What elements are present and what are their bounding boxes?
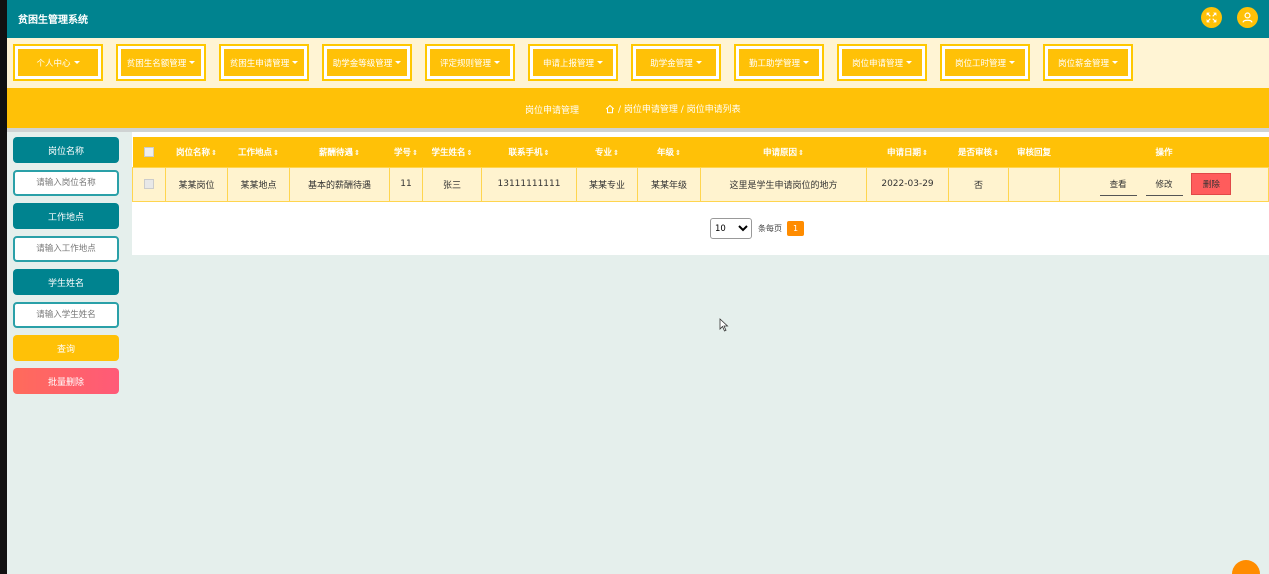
sort-icon: ⇕ (412, 148, 418, 157)
sort-icon: ⇕ (922, 148, 928, 157)
col-header[interactable]: 学生姓名⇕ (422, 137, 482, 167)
location-input[interactable] (13, 236, 119, 262)
mouse-cursor-icon (719, 318, 729, 332)
cell-job-name: 某某岗位 (165, 166, 228, 202)
sort-icon: ⇕ (211, 148, 217, 157)
pagination: 10 条每页 1 (710, 218, 804, 239)
fullscreen-icon[interactable] (1201, 7, 1222, 28)
caret-down-icon (597, 61, 603, 64)
delete-button[interactable]: 删除 (1191, 172, 1232, 195)
nav-item-job-salary[interactable]: 岗位薪金管理 (1043, 44, 1133, 81)
table-header-row: 岗位名称⇕ 工作地点⇕ 薪酬待遇⇕ 学号⇕ 学生姓名⇕ 联系手机⇕ 专业⇕ 年级… (132, 137, 1269, 167)
row-select-cell[interactable] (132, 166, 166, 202)
nav-item-work-study[interactable]: 勤工助学管理 (734, 44, 824, 81)
cell-reason: 这里是学生申请岗位的地方 (700, 166, 867, 202)
list-panel: 岗位名称⇕ 工作地点⇕ 薪酬待遇⇕ 学号⇕ 学生姓名⇕ 联系手机⇕ 专业⇕ 年级… (132, 132, 1269, 255)
caret-down-icon (395, 61, 402, 64)
window-edge (0, 0, 7, 574)
student-name-label: 学生姓名 (13, 269, 119, 295)
cell-location: 某某地点 (227, 166, 290, 202)
application-table: 岗位名称⇕ 工作地点⇕ 薪酬待遇⇕ 学号⇕ 学生姓名⇕ 联系手机⇕ 专业⇕ 年级… (132, 137, 1269, 202)
col-header[interactable]: 工作地点⇕ (227, 137, 290, 167)
breadcrumb-path: / 岗位申请管理 / 岗位申请列表 (618, 105, 741, 115)
cell-date: 2022-03-29 (866, 166, 949, 202)
cell-reviewed: 否 (948, 166, 1009, 202)
location-label: 工作地点 (13, 203, 119, 229)
app-header: 贫困生管理系统 (7, 0, 1269, 38)
top-nav: 个人中心 贫困生名额管理 贫困生申请管理 助学金等级管理 评定规则管理 申请上报… (7, 38, 1269, 88)
caret-down-icon (695, 61, 702, 64)
nav-item-personal-center[interactable]: 个人中心 (13, 44, 103, 81)
col-header[interactable]: 申请原因⇕ (700, 137, 867, 167)
nav-item-grant-level[interactable]: 助学金等级管理 (322, 44, 412, 81)
cell-salary: 基本的薪酬待遇 (289, 166, 390, 202)
breadcrumb: / 岗位申请管理 / 岗位申请列表 (605, 102, 741, 115)
row-checkbox[interactable] (144, 178, 154, 189)
caret-down-icon (189, 61, 196, 64)
select-all-cell[interactable] (132, 137, 166, 167)
select-all-checkbox[interactable] (144, 146, 154, 157)
sort-icon: ⇕ (354, 148, 360, 157)
cell-student-id: 11 (389, 166, 423, 202)
nav-item-report[interactable]: 申请上报管理 (528, 44, 618, 81)
table-row: 某某岗位 某某地点 基本的薪酬待遇 11 张三 13111111111 某某专业… (132, 166, 1269, 202)
col-header[interactable]: 学号⇕ (389, 137, 423, 167)
caret-down-icon (1009, 61, 1015, 64)
col-header[interactable]: 年级⇕ (637, 137, 701, 167)
col-header[interactable]: 申请日期⇕ (866, 137, 949, 167)
col-header[interactable]: 联系手机⇕ (481, 137, 577, 167)
col-header: 审核回复 (1008, 137, 1060, 167)
caret-down-icon (494, 61, 500, 64)
bulk-delete-button[interactable]: 批量删除 (13, 368, 119, 394)
caret-down-icon (803, 61, 809, 64)
sort-icon: ⇕ (798, 148, 804, 157)
col-header[interactable]: 岗位名称⇕ (165, 137, 228, 167)
sort-icon: ⇕ (273, 148, 279, 157)
caret-down-icon (73, 61, 80, 64)
per-page-label: 条每页 (758, 224, 782, 233)
cell-reply (1008, 166, 1060, 202)
query-button[interactable]: 查询 (13, 335, 119, 361)
col-header: 操作 (1059, 137, 1269, 167)
cell-actions: 查看 修改 删除 (1059, 166, 1269, 202)
nav-item-job-hours[interactable]: 岗位工时管理 (940, 44, 1030, 81)
nav-item-job-application[interactable]: 岗位申请管理 (837, 44, 927, 81)
caret-down-icon (1112, 61, 1118, 64)
sort-icon: ⇕ (993, 148, 999, 157)
col-header[interactable]: 薪酬待遇⇕ (289, 137, 390, 167)
cell-major: 某某专业 (576, 166, 638, 202)
job-name-input[interactable] (13, 170, 119, 196)
breadcrumb-band: 岗位申请管理 / 岗位申请管理 / 岗位申请列表 (7, 88, 1269, 128)
nav-item-grant[interactable]: 助学金管理 (631, 44, 721, 81)
job-name-label: 岗位名称 (13, 137, 119, 163)
page-title: 岗位申请管理 (525, 106, 580, 116)
sort-icon: ⇕ (613, 148, 619, 157)
page-size-select[interactable]: 10 (710, 218, 752, 239)
caret-down-icon (292, 61, 299, 64)
view-button[interactable]: 查看 (1099, 173, 1137, 196)
cell-student-name: 张三 (422, 166, 482, 202)
nav-item-application[interactable]: 贫困生申请管理 (219, 44, 309, 81)
col-header[interactable]: 是否审核⇕ (948, 137, 1009, 167)
caret-down-icon (906, 61, 912, 64)
home-icon[interactable] (605, 104, 615, 114)
sort-icon: ⇕ (675, 148, 681, 157)
page-number-button[interactable]: 1 (787, 221, 804, 236)
col-header[interactable]: 专业⇕ (576, 137, 638, 167)
back-to-top-button[interactable] (1232, 560, 1260, 574)
student-name-input[interactable] (13, 302, 119, 328)
nav-item-quota[interactable]: 贫困生名额管理 (116, 44, 206, 81)
user-icon[interactable] (1237, 7, 1258, 28)
sort-icon: ⇕ (466, 148, 473, 157)
app-title: 贫困生管理系统 (18, 15, 88, 26)
sort-icon: ⇕ (543, 148, 550, 157)
cell-phone: 13111111111 (481, 166, 577, 202)
cell-grade: 某某年级 (637, 166, 701, 202)
edit-button[interactable]: 修改 (1145, 173, 1183, 196)
nav-item-rules[interactable]: 评定规则管理 (425, 44, 515, 81)
